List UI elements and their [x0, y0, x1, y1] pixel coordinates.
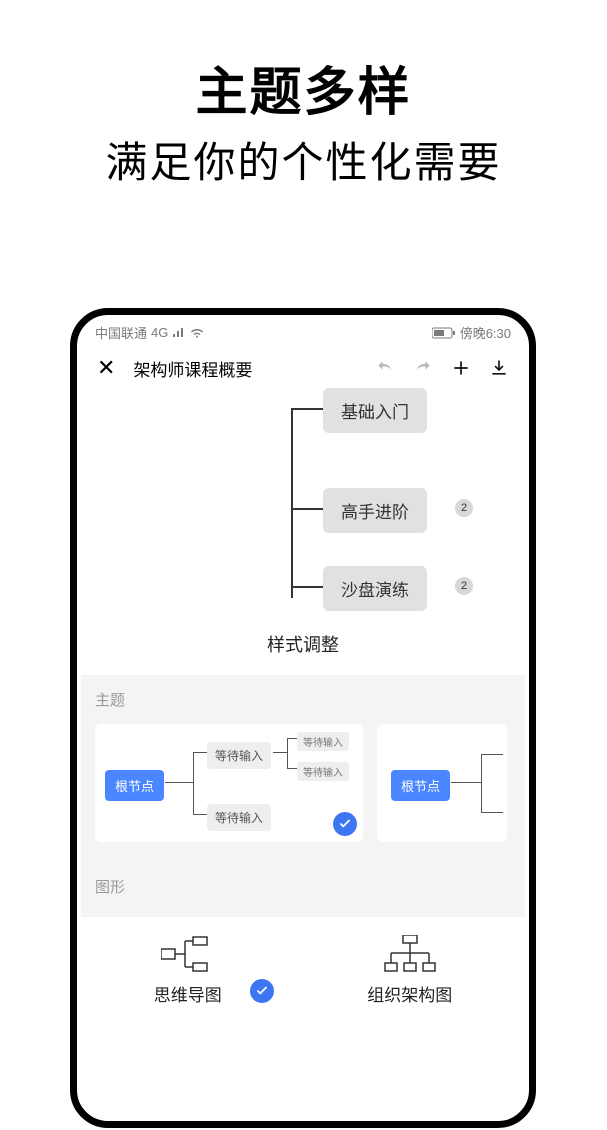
theme-root-node: 根节点 [105, 770, 164, 801]
style-panel: 样式调整 主题 根节点 等待输入 等待输入 [81, 613, 525, 1016]
connector-line [451, 782, 481, 783]
connector-line [287, 738, 297, 739]
selected-check-icon [250, 979, 274, 1003]
close-button[interactable]: ✕ [93, 355, 119, 381]
connector-line [193, 752, 194, 814]
shape-options-row: 思维导图 [81, 917, 525, 1016]
mindmap-canvas[interactable]: 基础入门 高手进阶 2 沙盘演练 2 [81, 388, 525, 613]
carrier-label: 中国联通 [95, 323, 147, 342]
connector-line [193, 814, 207, 815]
add-button[interactable] [447, 354, 475, 382]
download-button[interactable] [485, 354, 513, 382]
panel-title: 样式调整 [81, 613, 525, 675]
redo-button[interactable] [409, 354, 437, 382]
child-count-badge: 2 [455, 577, 473, 595]
connector-line [287, 768, 297, 769]
theme-sub-node: 等待输入 [207, 742, 271, 769]
connector-line [481, 812, 503, 813]
theme-option-1[interactable]: 根节点 等待输入 等待输入 等待输入 等待输入 [95, 724, 363, 842]
promo-headline: 主题多样 [0, 50, 607, 125]
connector-line [193, 752, 207, 753]
org-chart-type-icon [383, 935, 437, 973]
connector-line [165, 782, 193, 783]
phone-frame: 中国联通 4G 傍晚6:30 ✕ 架构师课程概要 [70, 308, 536, 1128]
status-bar: 中国联通 4G 傍晚6:30 [81, 319, 525, 344]
shape-label: 思维导图 [154, 981, 222, 1006]
theme-leaf-node: 等待输入 [297, 762, 349, 781]
document-title: 架构师课程概要 [133, 356, 252, 381]
child-count-badge: 2 [455, 499, 473, 517]
mindmap-type-icon [161, 935, 215, 973]
connector-line [273, 752, 287, 753]
shape-section-label: 图形 [95, 876, 511, 897]
theme-section: 主题 根节点 等待输入 等待输入 等待输入 [81, 675, 525, 862]
shape-option-org[interactable]: 组织架构图 [367, 935, 452, 1006]
connector-line [291, 586, 323, 588]
shape-section-header: 图形 [81, 862, 525, 917]
download-icon [489, 358, 509, 378]
wifi-icon [190, 328, 204, 338]
connector-line [291, 408, 293, 598]
theme-root-node: 根节点 [391, 770, 450, 801]
undo-icon [375, 358, 395, 378]
connector-line [291, 508, 323, 510]
mindmap-node[interactable]: 沙盘演练 [323, 566, 427, 611]
promo-subhead: 满足你的个性化需要 [0, 129, 607, 190]
undo-button[interactable] [371, 354, 399, 382]
mindmap-node[interactable]: 基础入门 [323, 388, 427, 433]
theme-leaf-node: 等待输入 [297, 732, 349, 751]
shape-label: 组织架构图 [367, 981, 452, 1006]
theme-option-2[interactable]: 根节点 [377, 724, 507, 842]
shape-option-mindmap[interactable]: 思维导图 [154, 935, 222, 1006]
connector-line [291, 408, 323, 410]
time-label: 傍晚6:30 [460, 323, 511, 342]
battery-icon [432, 327, 456, 339]
theme-options-row: 根节点 等待输入 等待输入 等待输入 等待输入 [95, 724, 511, 842]
signal-icon [172, 328, 186, 338]
phone-screen: 中国联通 4G 傍晚6:30 ✕ 架构师课程概要 [81, 319, 525, 1117]
network-label: 4G [151, 325, 168, 340]
connector-line [481, 754, 482, 812]
editor-toolbar: ✕ 架构师课程概要 [81, 344, 525, 388]
redo-icon [413, 358, 433, 378]
mindmap-node[interactable]: 高手进阶 [323, 488, 427, 533]
connector-line [287, 738, 288, 768]
theme-sub-node: 等待输入 [207, 804, 271, 831]
selected-check-icon [333, 812, 357, 836]
theme-section-label: 主题 [95, 689, 511, 710]
connector-line [481, 754, 503, 755]
plus-icon [451, 358, 471, 378]
